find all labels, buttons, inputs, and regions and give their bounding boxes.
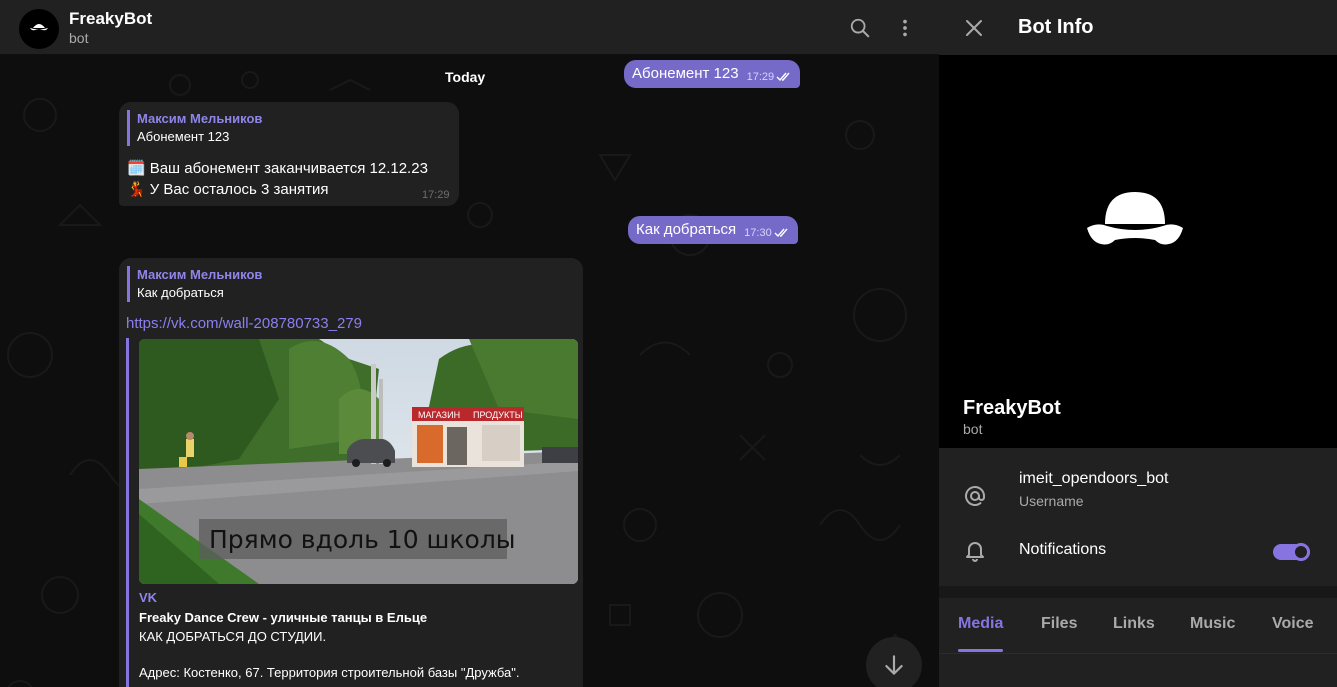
- hat-icon: [1087, 192, 1183, 245]
- telegram-app: FreakyBot bot Today Абонемент 123 17:29: [0, 0, 1337, 687]
- tab-music[interactable]: Music: [1190, 615, 1235, 633]
- scroll-down-button[interactable]: [866, 637, 922, 687]
- message-text: Как добраться: [636, 221, 737, 238]
- reply-text: Абонемент 123: [137, 129, 230, 144]
- outgoing-message[interactable]: Абонемент 123 17:29: [624, 60, 801, 88]
- message-time: 17:29: [422, 189, 450, 201]
- message-time: 17:30: [744, 227, 772, 239]
- preview-site-name: VK: [139, 590, 158, 605]
- info-title: Bot Info: [1018, 16, 1094, 38]
- shop-sign-right: ПРОДУКТЫ: [473, 410, 523, 420]
- reply-text: Как добраться: [137, 285, 224, 300]
- tab-links[interactable]: Links: [1113, 615, 1155, 633]
- reply-quote[interactable]: Максим Мельников Абонемент 123: [127, 110, 262, 146]
- message-text: Абонемент 123: [632, 65, 739, 82]
- search-icon: [850, 18, 870, 38]
- incoming-message[interactable]: Максим Мельников Как добраться https://v…: [119, 258, 583, 687]
- arrow-down-icon: [885, 655, 903, 675]
- image-caption: Прямо вдоль 10 школы: [209, 525, 516, 554]
- incoming-message[interactable]: Максим Мельников Абонемент 123 🗓️ Ваш аб…: [119, 102, 459, 206]
- chat-area: FreakyBot bot Today Абонемент 123 17:29: [0, 0, 939, 687]
- message-time: 17:29: [746, 71, 775, 83]
- reply-quote[interactable]: Максим Мельников Как добраться: [127, 266, 262, 302]
- bell-icon: [963, 538, 987, 562]
- bot-info-panel: Bot Info FreakyBot bot imeit_opendoors_b…: [939, 0, 1337, 687]
- username-value[interactable]: imeit_opendoors_bot: [1019, 470, 1168, 488]
- bot-avatar[interactable]: [19, 9, 59, 49]
- message-line: 💃 У Вас осталось 3 занятия: [127, 180, 329, 199]
- preview-title: Freaky Dance Crew - уличные танцы в Ельц…: [139, 610, 428, 625]
- chat-header: FreakyBot bot: [0, 0, 939, 55]
- street-photo: МАГАЗИН ПРОДУКТЫ Прямо вдоль 10 школы: [139, 339, 578, 584]
- chat-title[interactable]: FreakyBot: [69, 9, 152, 29]
- hat-icon: [30, 24, 48, 31]
- toggle-knob: [1292, 543, 1310, 561]
- username-label: Username: [1019, 493, 1084, 509]
- info-header: Bot Info: [939, 0, 1337, 55]
- shop-sign-left: МАГАЗИН: [418, 410, 460, 420]
- media-tabs: Media Files Links Music Voice: [939, 598, 1337, 654]
- chat-subtitle: bot: [69, 30, 89, 46]
- profile-photo[interactable]: FreakyBot bot: [939, 55, 1337, 448]
- message-line: 🗓️ Ваш абонемент заканчивается 12.12.23: [127, 159, 428, 178]
- search-button[interactable]: [844, 12, 876, 44]
- more-vertical-icon: [903, 19, 907, 37]
- close-icon: [966, 20, 982, 36]
- message-text: Ваш абонемент заканчивается 12.12.23: [149, 159, 428, 177]
- profile-status: bot: [963, 421, 983, 437]
- message-meta: 17:29: [747, 71, 793, 83]
- double-check-icon: [774, 228, 788, 238]
- more-button[interactable]: [889, 12, 921, 44]
- reply-author: Максим Мельников: [137, 111, 263, 126]
- at-sign-icon: [963, 484, 987, 508]
- double-check-icon: [776, 72, 790, 82]
- close-button[interactable]: [959, 13, 989, 43]
- outgoing-message[interactable]: Как добраться 17:30: [628, 216, 798, 244]
- preview-image[interactable]: МАГАЗИН ПРОДУКТЫ Прямо вдоль 10 школы: [139, 339, 578, 584]
- preview-description: КАК ДОБРАТЬСЯ ДО СТУДИИ.: [139, 629, 327, 644]
- message-link[interactable]: https://vk.com/wall-208780733_279: [126, 315, 362, 332]
- active-tab-indicator: [958, 649, 1003, 652]
- calendar-icon: 🗓️: [127, 160, 146, 177]
- message-text: У Вас осталось 3 занятия: [149, 180, 329, 198]
- tab-files[interactable]: Files: [1041, 615, 1077, 633]
- info-rows: imeit_opendoors_bot Username Notificatio…: [939, 448, 1337, 586]
- tab-media[interactable]: Media: [958, 615, 1003, 633]
- message-meta: 17:30: [744, 227, 790, 239]
- date-separator: Today: [445, 69, 486, 85]
- section-divider: [939, 586, 1337, 598]
- link-preview[interactable]: МАГАЗИН ПРОДУКТЫ Прямо вдоль 10 школы VK…: [126, 338, 578, 687]
- profile-name: FreakyBot: [963, 397, 1061, 419]
- dancer-icon: 💃: [127, 181, 146, 198]
- notifications-toggle[interactable]: [1273, 543, 1310, 561]
- tab-voice[interactable]: Voice: [1272, 615, 1314, 633]
- notifications-label[interactable]: Notifications: [1019, 541, 1106, 559]
- preview-description: Адрес: Костенко, 67. Территория строител…: [139, 665, 520, 680]
- reply-author: Максим Мельников: [137, 267, 263, 282]
